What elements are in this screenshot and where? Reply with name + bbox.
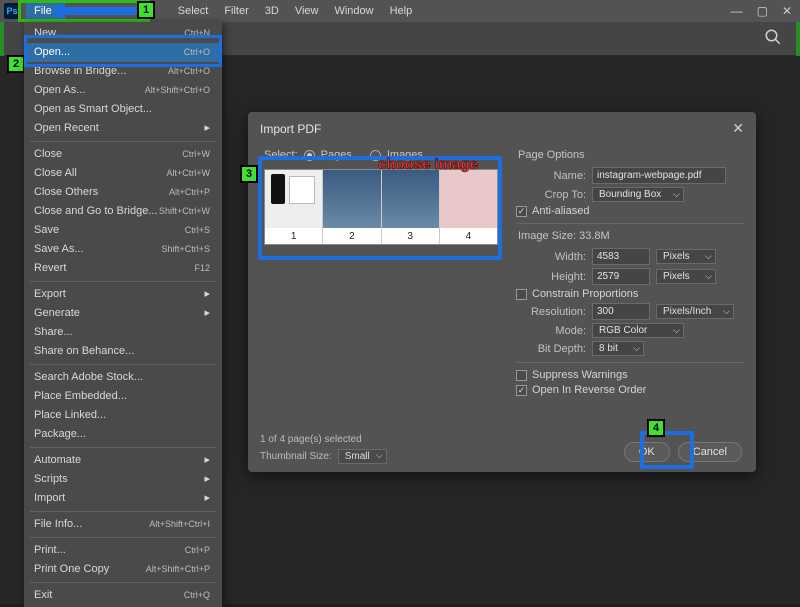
width-field[interactable]: 4583 <box>592 248 650 265</box>
window-close-icon[interactable]: ✕ <box>782 4 792 18</box>
chevron-right-icon: ▸ <box>204 287 210 302</box>
menu-select[interactable]: Select <box>170 0 217 22</box>
menu-export[interactable]: Export▸ <box>24 285 222 304</box>
menu-adobe-stock[interactable]: Search Adobe Stock... <box>24 368 222 387</box>
menu-generate[interactable]: Generate▸ <box>24 304 222 323</box>
menu-help[interactable]: Help <box>382 0 421 22</box>
cropto-select[interactable]: Bounding Box <box>592 187 684 202</box>
menu-automate[interactable]: Automate▸ <box>24 451 222 470</box>
chevron-right-icon: ▸ <box>204 306 210 321</box>
suppress-checkbox[interactable] <box>516 370 527 381</box>
menu-open-as[interactable]: Open As...Alt+Shift+Ctrl+O <box>24 81 222 100</box>
page-options-title: Page Options <box>518 149 744 161</box>
thumbnail-2[interactable]: 2 <box>323 170 381 244</box>
menu-place-embedded[interactable]: Place Embedded... <box>24 387 222 406</box>
thumb-size-select[interactable]: Small <box>338 449 387 464</box>
menu-place-linked[interactable]: Place Linked... <box>24 406 222 425</box>
menu-exit[interactable]: ExitCtrl+Q <box>24 586 222 605</box>
menu-filter[interactable]: Filter <box>216 0 256 22</box>
mode-select[interactable]: RGB Color <box>592 323 684 338</box>
window-minimize-icon[interactable]: — <box>731 4 743 18</box>
app-logo: Ps <box>4 3 20 19</box>
step-badge-2: 2 <box>7 55 25 73</box>
reverse-checkbox[interactable] <box>516 385 527 396</box>
menu-close-all[interactable]: Close AllAlt+Ctrl+W <box>24 164 222 183</box>
file-dropdown: New...Ctrl+N Open...Ctrl+O Browse in Bri… <box>24 22 222 607</box>
menu-file-info[interactable]: File Info...Alt+Shift+Ctrl+I <box>24 515 222 534</box>
window-maximize-icon[interactable]: ▢ <box>757 4 768 18</box>
menu-share-behance[interactable]: Share on Behance... <box>24 342 222 361</box>
menu-open-recent[interactable]: Open Recent▸ <box>24 119 222 138</box>
thumbnail-3[interactable]: 3 <box>382 170 440 244</box>
resolution-field[interactable]: 300 <box>592 303 650 320</box>
menu-open[interactable]: Open...Ctrl+O <box>24 43 222 62</box>
close-icon[interactable]: ✕ <box>732 120 744 137</box>
menu-scripts[interactable]: Scripts▸ <box>24 470 222 489</box>
constrain-checkbox[interactable] <box>516 289 527 300</box>
menu-package[interactable]: Package... <box>24 425 222 444</box>
ok-button[interactable]: OK <box>624 442 670 462</box>
menu-print[interactable]: Print...Ctrl+P <box>24 541 222 560</box>
height-field[interactable]: 2579 <box>592 268 650 285</box>
selection-info: 1 of 4 page(s) selected <box>260 434 387 445</box>
resolution-unit-select[interactable]: Pixels/Inch <box>656 304 734 319</box>
menu-revert[interactable]: RevertF12 <box>24 259 222 278</box>
chevron-right-icon: ▸ <box>204 121 210 136</box>
thumbnail-grid: 1 2 3 4 <box>264 169 498 245</box>
menu-browse-bridge[interactable]: Browse in Bridge...Alt+Ctrl+O <box>24 62 222 81</box>
name-field[interactable]: instagram-webpage.pdf <box>592 167 726 184</box>
menu-window[interactable]: Window <box>326 0 381 22</box>
menu-save-as[interactable]: Save As...Shift+Ctrl+S <box>24 240 222 259</box>
menu-close[interactable]: CloseCtrl+W <box>24 145 222 164</box>
menu-share[interactable]: Share... <box>24 323 222 342</box>
menu-3d[interactable]: 3D <box>257 0 287 22</box>
menu-close-bridge[interactable]: Close and Go to Bridge...Shift+Ctrl+W <box>24 202 222 221</box>
image-size-title: Image Size: 33.8M <box>518 230 744 242</box>
tutorial-arrow <box>55 7 140 15</box>
height-unit-select[interactable]: Pixels <box>656 269 716 284</box>
step-badge-3: 3 <box>240 165 258 183</box>
menu-close-others[interactable]: Close OthersAlt+Ctrl+P <box>24 183 222 202</box>
menu-new[interactable]: New...Ctrl+N <box>24 24 222 43</box>
radio-pages[interactable] <box>304 150 315 161</box>
step-badge-4: 4 <box>647 419 665 437</box>
chevron-right-icon: ▸ <box>204 472 210 487</box>
search-icon[interactable] <box>764 28 782 49</box>
antialiased-checkbox[interactable] <box>516 206 527 217</box>
menu-view[interactable]: View <box>287 0 327 22</box>
thumbnail-4[interactable]: 4 <box>440 170 497 244</box>
menu-import[interactable]: Import▸ <box>24 489 222 508</box>
menu-save[interactable]: SaveCtrl+S <box>24 221 222 240</box>
width-unit-select[interactable]: Pixels <box>656 249 716 264</box>
thumbnail-1[interactable]: 1 <box>265 170 323 244</box>
chevron-right-icon: ▸ <box>204 453 210 468</box>
dialog-title: Import PDF <box>260 122 321 136</box>
bitdepth-select[interactable]: 8 bit <box>592 341 644 356</box>
menu-print-one[interactable]: Print One CopyAlt+Shift+Ctrl+P <box>24 560 222 579</box>
menu-open-smart[interactable]: Open as Smart Object... <box>24 100 222 119</box>
import-pdf-dialog: Import PDF ✕ Select: Pages Images 1 2 3 … <box>248 112 756 472</box>
cancel-button[interactable]: Cancel <box>678 442 742 462</box>
tutorial-label-choose: choose image <box>378 156 478 173</box>
step-badge-1: 1 <box>137 1 155 19</box>
select-label: Select: <box>264 149 298 161</box>
chevron-right-icon: ▸ <box>204 491 210 506</box>
